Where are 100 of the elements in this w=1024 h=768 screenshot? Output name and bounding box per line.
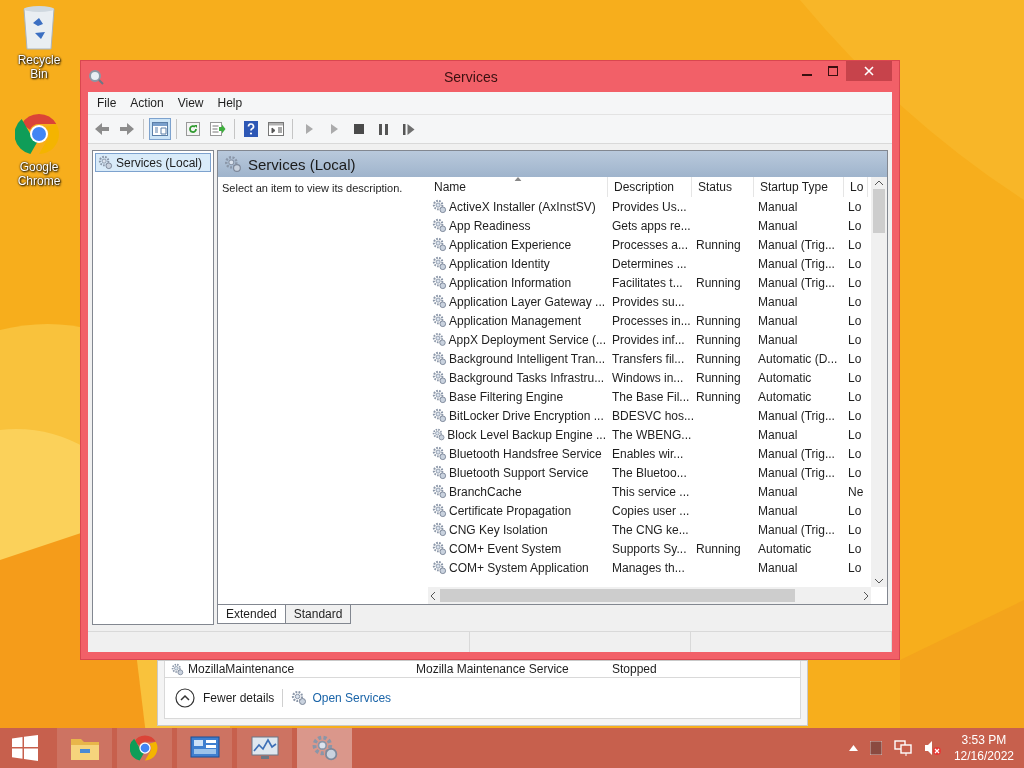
process-cell-text: Stopped	[612, 662, 658, 676]
gear-icon	[432, 522, 447, 537]
table-cell: COM+ System Application	[428, 560, 608, 575]
table-cell: COM+ Event System	[428, 541, 608, 556]
gear-icon	[432, 541, 447, 556]
pause-icon	[379, 123, 389, 135]
gear-icon	[432, 408, 447, 423]
table-cell-text: Manual (Trig...	[757, 465, 836, 480]
column-header[interactable]: Description	[608, 177, 692, 197]
play-icon	[329, 123, 339, 135]
gear-icon	[432, 237, 447, 252]
taskbar-app-button[interactable]	[177, 728, 232, 768]
gear-icon	[432, 389, 447, 404]
table-cell-text: Lo	[847, 256, 863, 271]
table-cell-text: Manual (Trig...	[757, 237, 836, 252]
window-title: Services	[444, 68, 498, 85]
column-header[interactable]: Lo	[844, 177, 868, 197]
minimize-icon	[802, 73, 812, 76]
gear-icon	[432, 332, 447, 347]
description-text: Select an item to view its description.	[222, 182, 403, 194]
clock[interactable]: 3:53 PM 12/16/2022	[953, 732, 1014, 764]
table-cell-text: Lo	[847, 560, 863, 575]
table-cell-text: Lo	[847, 294, 863, 309]
table-cell: Application Information	[428, 275, 608, 290]
table-cell-text: Manual (Trig...	[757, 446, 836, 461]
table-cell: CNG Key Isolation	[428, 522, 608, 537]
scrollbar-thumb[interactable]	[440, 589, 795, 602]
table-cell-text: Facilitates t...	[611, 275, 684, 290]
taskbar-app-button[interactable]	[117, 728, 172, 768]
scroll-right-icon[interactable]	[861, 589, 871, 602]
back-arrow-icon	[94, 122, 110, 136]
tree-item[interactable]: Services (Local)	[95, 153, 211, 172]
gear-icon	[432, 218, 447, 233]
table-cell-text: Automatic	[757, 541, 813, 556]
console-tree-icon	[152, 122, 168, 136]
table-cell-text: Lo	[847, 408, 863, 423]
column-header[interactable]: Name	[428, 177, 608, 197]
horizontal-scrollbar[interactable]	[428, 587, 871, 604]
open-services-link[interactable]: Open Services	[291, 690, 392, 706]
control-panel-icon	[189, 735, 220, 761]
table-cell-text: Manual (Trig...	[757, 275, 836, 290]
pane-title: Services (Local)	[248, 155, 356, 173]
table-cell-text: Manual	[757, 560, 799, 575]
shortcut-label: Recycle Bin	[16, 53, 62, 81]
table-cell-text: Lo	[847, 446, 863, 461]
column-header[interactable]: Startup Type	[754, 177, 844, 197]
refresh-icon	[186, 122, 200, 136]
menu-item[interactable]: Action	[124, 94, 170, 112]
gear-icon	[432, 560, 447, 575]
column-header[interactable]: Status	[692, 177, 754, 197]
close-icon	[864, 66, 874, 76]
table-cell-text: Lo	[847, 522, 863, 537]
gear-icon	[432, 370, 447, 385]
table-cell: Background Tasks Infrastru...	[428, 370, 608, 385]
menu-item[interactable]: View	[171, 94, 210, 112]
view-tab[interactable]: Extended	[217, 605, 286, 624]
gear-icon	[224, 155, 242, 173]
process-row[interactable]: MozillaMaintenance Mozilla Maintenance Service Stopped	[165, 661, 800, 678]
table-cell-text: Lo	[847, 541, 863, 556]
toolbar-button[interactable]	[149, 118, 171, 140]
table-cell-text: Lo	[847, 218, 863, 233]
scroll-left-icon[interactable]	[428, 589, 438, 602]
action-center-icon[interactable]	[869, 741, 882, 755]
table-cell-text: Running	[695, 370, 742, 385]
table-cell-text: Provides Us...	[611, 199, 688, 214]
taskbar-app-button[interactable]	[57, 728, 112, 768]
vertical-scrollbar[interactable]	[871, 177, 887, 587]
table-cell-text: Manual	[757, 427, 799, 442]
table-cell-text: Lo	[847, 275, 863, 290]
network-icon[interactable]	[893, 740, 912, 756]
table-cell-text: The CNG ke...	[611, 522, 690, 537]
resume-icon	[403, 123, 415, 135]
gear-icon	[171, 662, 184, 676]
show-hidden-icons-icon[interactable]	[848, 745, 858, 751]
table-cell: Bluetooth Handsfree Service	[428, 446, 608, 461]
table-cell-text: Lo	[847, 370, 863, 385]
task-manager-icon	[249, 735, 280, 761]
gear-icon	[432, 484, 447, 499]
play-icon	[304, 123, 314, 135]
table-cell: Background Intelligent Tran...	[428, 351, 608, 366]
close-button[interactable]	[846, 61, 892, 81]
scrollbar-thumb[interactable]	[873, 189, 885, 233]
table-cell-text: Lo	[847, 503, 863, 518]
taskbar-app-button[interactable]	[237, 728, 292, 768]
fewer-details-label[interactable]: Fewer details	[203, 691, 275, 705]
gear-icon	[432, 446, 447, 461]
table-cell: BitLocker Drive Encryption ...	[428, 408, 608, 423]
table-cell-text: Manual (Trig...	[757, 408, 836, 423]
table-cell: Application Experience	[428, 237, 608, 252]
table-cell-text: Lo	[847, 313, 863, 328]
gear-icon	[432, 199, 447, 214]
export-list-icon	[210, 122, 226, 136]
table-cell-text: Transfers fil...	[611, 351, 686, 366]
collapse-icon[interactable]	[175, 688, 195, 708]
menu-item[interactable]: File	[91, 94, 123, 112]
table-cell: Block Level Backup Engine ...	[428, 427, 608, 442]
menu-item[interactable]: Help	[211, 94, 249, 112]
muted-speaker-icon[interactable]	[923, 740, 942, 756]
recycle-bin-icon	[21, 5, 57, 51]
view-tab[interactable]: Standard	[284, 605, 352, 624]
